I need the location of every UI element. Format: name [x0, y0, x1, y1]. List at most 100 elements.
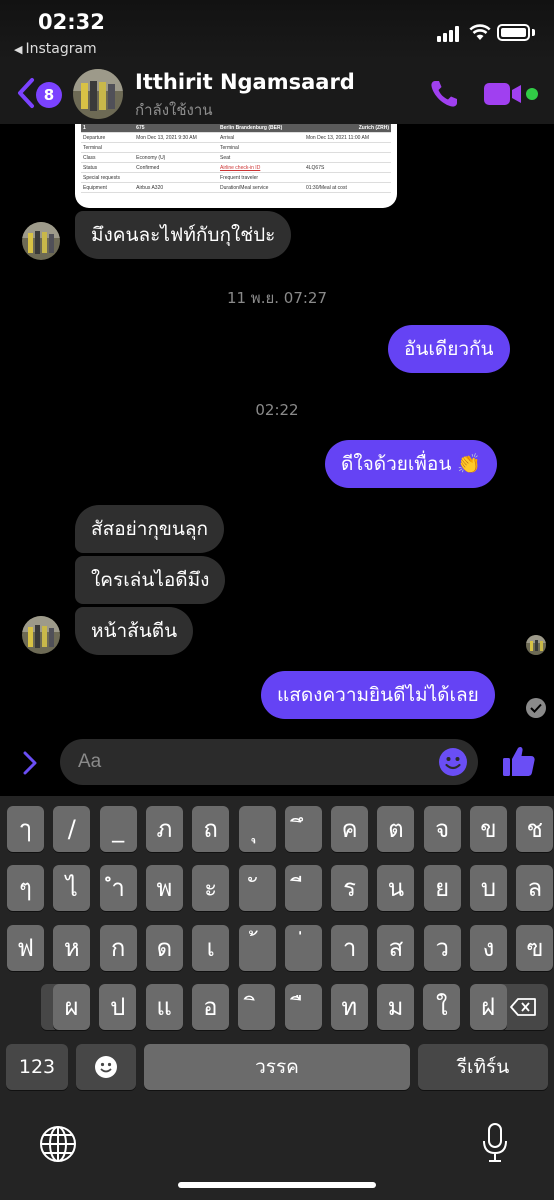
letter-key[interactable]: ิ [238, 984, 276, 1030]
letter-key[interactable]: ฃ [516, 925, 554, 971]
message-input[interactable] [78, 739, 418, 785]
table-cell: Terminal [218, 142, 304, 153]
sender-avatar[interactable] [22, 222, 60, 260]
letter-key[interactable]: เ [192, 925, 230, 971]
letter-key[interactable]: บ [470, 865, 507, 911]
message-timestamp: 11 พ.ย. 07:27 [226, 289, 328, 307]
letter-key[interactable]: พ [145, 865, 183, 911]
table-cell: Equipment [81, 182, 135, 193]
incoming-message[interactable]: หน้าส้นตีน [75, 607, 194, 655]
message-composer [0, 730, 554, 796]
table-cell [303, 142, 391, 153]
letter-key[interactable]: ำ [99, 865, 137, 911]
seen-avatar [526, 635, 546, 655]
letter-key[interactable]: ล [516, 865, 554, 911]
expand-chevron-icon[interactable] [20, 750, 40, 776]
letter-key[interactable]: ื [284, 984, 322, 1030]
delivered-check-icon [526, 698, 546, 718]
letter-key[interactable]: ร [331, 865, 369, 911]
letter-key[interactable]: ว [423, 925, 461, 971]
incoming-message[interactable]: สัสอย่ากุขนลุก [75, 505, 225, 553]
outgoing-message[interactable]: อันเดียวกัน [388, 325, 510, 373]
unread-badge[interactable]: 8 [36, 82, 62, 108]
back-chevron-icon[interactable] [14, 76, 38, 110]
table-cell: Duration/Meal service [218, 182, 304, 193]
letter-key[interactable]: ท [330, 984, 368, 1030]
back-to-app-link[interactable]: ◀ Instagram [14, 41, 97, 57]
thai-keyboard: 123 วรรค รีเทิร์น ๅ/_ภถุึคตจขชๆไำพะัีรนย… [0, 796, 554, 1200]
table-cell: Frequent traveler [218, 172, 304, 183]
emoji-keyboard-key[interactable] [76, 1044, 136, 1090]
table-cell [134, 172, 219, 183]
space-key[interactable]: วรรค [144, 1044, 410, 1090]
letter-key[interactable]: _ [99, 806, 137, 852]
outgoing-message[interactable]: แสดงความยินดีไม่ได้เลย [261, 671, 495, 719]
table-cell: Seat [218, 152, 304, 163]
thumbs-up-icon[interactable] [502, 744, 536, 778]
flight-num-cell: 1 [81, 124, 135, 133]
letter-key[interactable]: ๅ [7, 806, 44, 852]
numbers-key[interactable]: 123 [6, 1044, 68, 1090]
emoji-icon[interactable] [438, 747, 468, 777]
letter-key[interactable]: ะ [192, 865, 230, 911]
letter-key[interactable]: ม [377, 984, 415, 1030]
letter-key[interactable]: ึ [284, 806, 322, 852]
back-triangle-icon: ◀ [14, 43, 23, 56]
sender-avatar[interactable] [22, 616, 60, 654]
table-cell: Mon Dec 13, 2021 9:30 AM [134, 132, 219, 143]
letter-key[interactable]: ห [53, 925, 91, 971]
flight-code-cell: 675 [134, 124, 219, 133]
letter-key[interactable]: ผ [53, 984, 90, 1030]
letter-key[interactable]: ย [423, 865, 461, 911]
message-timestamp: 02:22 [255, 401, 299, 419]
letter-key[interactable]: ด [145, 925, 183, 971]
flight-table: 1 675 Berlin Brandenburg (BER) Zurich (Z… [81, 124, 391, 193]
letter-key[interactable]: ี [284, 865, 322, 911]
flight-itinerary-image[interactable]: 1 675 Berlin Brandenburg (BER) Zurich (Z… [75, 124, 397, 208]
contact-avatar[interactable] [73, 69, 123, 119]
letter-key[interactable]: ใ [423, 984, 461, 1030]
table-cell: Confirmed [134, 162, 219, 173]
letter-key[interactable]: น [377, 865, 415, 911]
letter-key[interactable]: ก [99, 925, 137, 971]
letter-key[interactable]: ่ [284, 925, 322, 971]
contact-name[interactable]: Itthirit Ngamsaard [135, 70, 355, 94]
letter-key[interactable]: ฟ [7, 925, 44, 971]
letter-key[interactable]: ป [99, 984, 137, 1030]
letter-key[interactable]: / [53, 806, 91, 852]
return-key[interactable]: รีเทิร์น [418, 1044, 548, 1090]
flight-table-header: 1 675 Berlin Brandenburg (BER) Zurich (Z… [81, 124, 391, 133]
letter-key[interactable]: ั [238, 865, 276, 911]
letter-key[interactable]: ง [470, 925, 507, 971]
letter-key[interactable]: ค [331, 806, 369, 852]
letter-key[interactable]: ้ [238, 925, 276, 971]
letter-key[interactable]: ภ [145, 806, 183, 852]
incoming-message[interactable]: มึงคนละไฟท์กับกุใช่ปะ [75, 211, 292, 259]
letter-key[interactable]: า [331, 925, 369, 971]
letter-key[interactable]: อ [191, 984, 229, 1030]
status-bar: 02:32 ◀ Instagram [0, 0, 554, 62]
microphone-icon[interactable] [480, 1122, 510, 1164]
letter-key[interactable]: ุ [238, 806, 276, 852]
letter-key[interactable]: ข [470, 806, 507, 852]
letter-key[interactable]: ไ [53, 865, 91, 911]
letter-key[interactable]: ฝ [469, 984, 507, 1030]
letter-key[interactable]: ช [516, 806, 554, 852]
outgoing-message[interactable]: ดีใจด้วยเพื่อน 👏 [325, 440, 498, 488]
incoming-message[interactable]: ใครเล่นไอดีมึง [75, 556, 226, 604]
phone-call-icon[interactable] [428, 78, 460, 110]
letter-key[interactable]: แ [145, 984, 183, 1030]
letter-key[interactable]: ถ [192, 806, 230, 852]
globe-icon[interactable] [38, 1124, 78, 1164]
table-cell: Departure [81, 132, 135, 143]
letter-key[interactable]: จ [423, 806, 461, 852]
video-call-icon[interactable] [484, 82, 522, 106]
letter-key[interactable]: ส [377, 925, 415, 971]
battery-icon [497, 24, 530, 41]
table-cell: Status [81, 162, 135, 173]
letter-key[interactable]: ๆ [7, 865, 44, 911]
letter-key[interactable]: ต [377, 806, 415, 852]
table-row: Terminal Terminal [81, 142, 391, 153]
table-cell: 01:30/Meal at cost [303, 182, 391, 193]
status-time: 02:32 [38, 10, 105, 34]
